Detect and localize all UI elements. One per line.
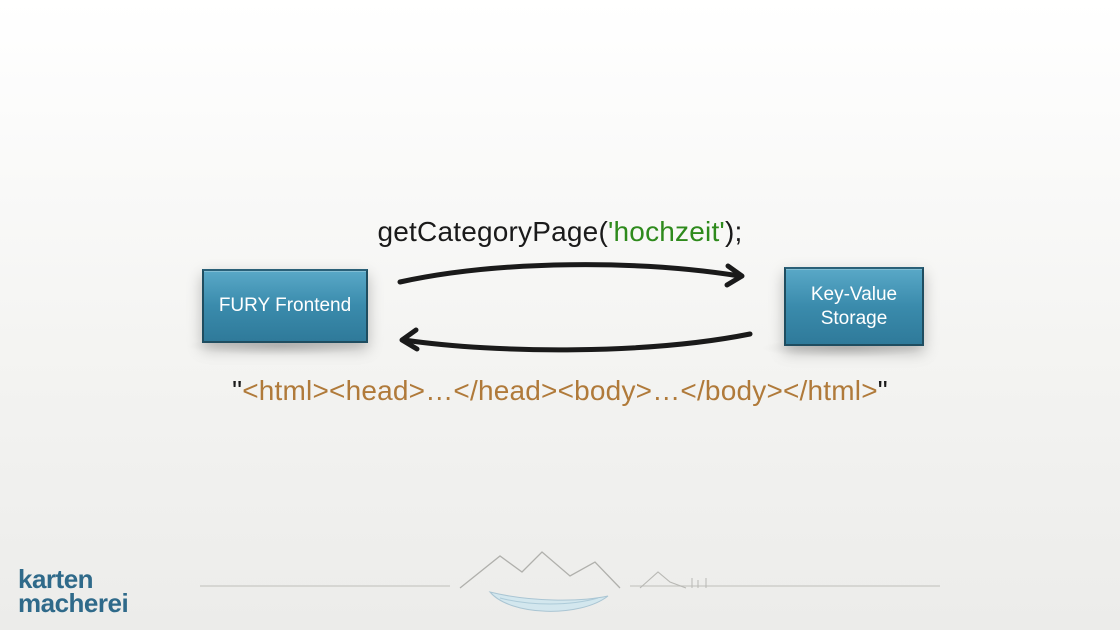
kv-line1: Key-Value <box>811 283 897 307</box>
key-value-storage-box: Key-Value Storage <box>784 267 924 346</box>
footer-mountain-sketch <box>200 548 940 620</box>
kv-line2: Storage <box>811 307 897 331</box>
arrows-svg <box>380 254 770 358</box>
logo-line2: macherei <box>18 592 128 616</box>
fn-suffix: ); <box>725 216 743 247</box>
html-markup-string: <html><head>…</head><body>…</body></html… <box>242 375 878 406</box>
request-arrowhead <box>727 266 742 285</box>
response-arrowhead <box>402 330 417 349</box>
request-call-line: getCategoryPage('hochzeit'); <box>0 216 1120 248</box>
fn-name: getCategoryPage( <box>378 216 608 247</box>
response-arrow <box>404 334 750 350</box>
fury-frontend-box: FURY Frontend <box>202 269 368 343</box>
close-quote: " <box>878 375 888 406</box>
open-quote: " <box>232 375 242 406</box>
response-html-line: "<html><head>…</head><body>…</body></htm… <box>0 375 1120 407</box>
request-arrow <box>400 265 740 282</box>
fn-arg: 'hochzeit' <box>608 216 725 247</box>
kartenmacherei-logo: karten macherei <box>18 568 128 616</box>
fury-frontend-label: FURY Frontend <box>219 294 351 318</box>
